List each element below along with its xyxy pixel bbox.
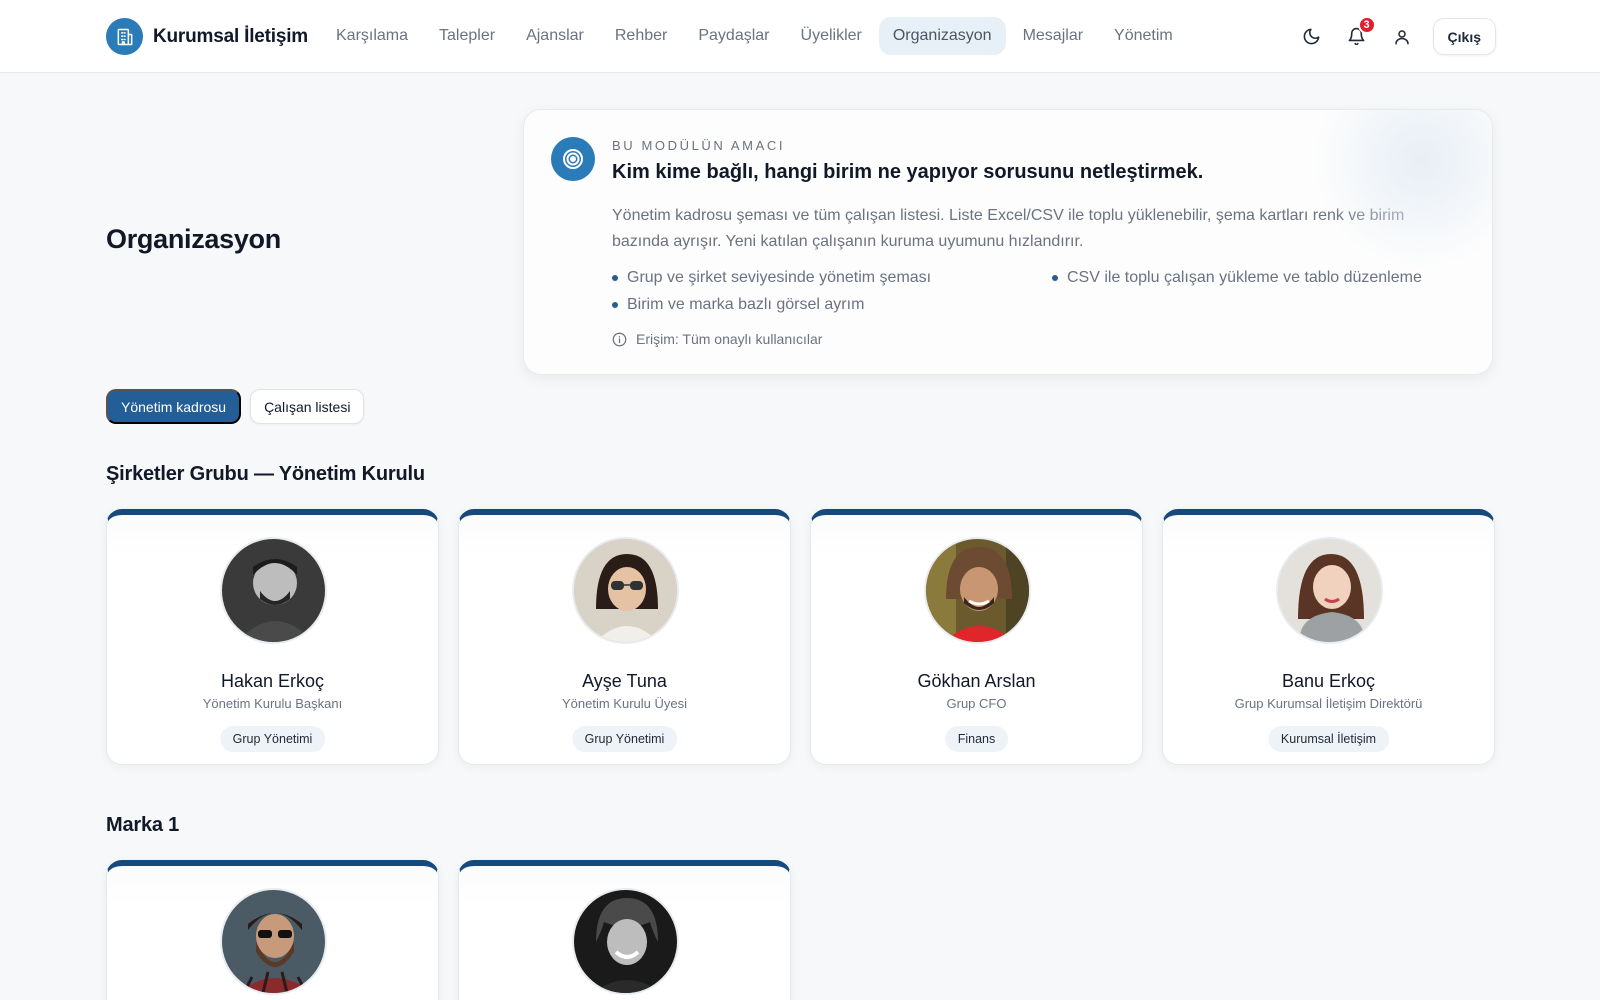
- access-note-text: Erişim: Tüm onaylı kullanıcılar: [636, 331, 823, 347]
- department-chip: Kurumsal İletişim: [1267, 726, 1390, 752]
- person-card[interactable]: Ayşe Tuna Yönetim Kurulu Üyesi Grup Yöne…: [458, 509, 791, 765]
- person-role: Grup CFO: [946, 696, 1007, 711]
- person-role: Grup Kurumsal İletişim Direktörü: [1234, 696, 1423, 711]
- person-card[interactable]: Hakan Erkoç Yönetim Kurulu Başkanı Grup …: [106, 509, 439, 765]
- brand-name: Kurumsal İletişim: [153, 25, 308, 47]
- feature-list: Grup ve şirket seviyesinde yönetim şemas…: [612, 267, 1452, 315]
- nav-item-organizasyon[interactable]: Organizasyon: [878, 17, 1006, 55]
- access-note: Erişim: Tüm onaylı kullanıcılar: [612, 331, 822, 347]
- section-title-brand-1: Marka 1: [106, 814, 180, 836]
- avatar: [220, 537, 327, 644]
- module-purpose-heading: Kim kime bağlı, hangi birim ne yapıyor s…: [612, 161, 1204, 183]
- feature-item-label: CSV ile toplu çalışan yükleme ve tablo d…: [1067, 269, 1422, 286]
- person-card[interactable]: [458, 860, 791, 1000]
- main-nav: Karşılama Talepler Ajanslar Rehber Payda…: [322, 17, 1190, 55]
- view-tabs: Yönetim kadrosu Çalışan listesi: [106, 389, 365, 424]
- nav-item-mesajlar[interactable]: Mesajlar: [1009, 17, 1097, 55]
- department-chip: Finans: [944, 726, 1009, 752]
- module-purpose-description: Yönetim kadrosu şeması ve tüm çalışan li…: [612, 207, 1405, 250]
- module-purpose-card: BU MODÜLÜN AMACI Kim kime bağlı, hangi b…: [523, 109, 1493, 375]
- nav-item-karsilama[interactable]: Karşılama: [322, 17, 422, 55]
- person-role: Yönetim Kurulu Üyesi: [562, 696, 687, 711]
- person-name: Hakan Erkoç: [220, 671, 325, 691]
- building-icon: [106, 18, 143, 55]
- profile-button[interactable]: [1382, 19, 1422, 55]
- person-card[interactable]: Gökhan Arslan Grup CFO Finans: [810, 509, 1143, 765]
- notification-count-badge: 3: [1357, 15, 1376, 34]
- person-card[interactable]: Banu Erkoç Grup Kurumsal İletişim Direkt…: [1162, 509, 1495, 765]
- bullet-dot-icon: [1052, 274, 1058, 281]
- brand[interactable]: Kurumsal İletişim: [106, 18, 308, 55]
- tab-calisan-listesi[interactable]: Çalışan listesi: [250, 389, 365, 424]
- board-card-row: Hakan Erkoç Yönetim Kurulu Başkanı Grup …: [106, 509, 1495, 765]
- department-chip: Grup Yönetimi: [571, 726, 678, 752]
- moon-icon: [1303, 28, 1320, 45]
- bullet-dot-icon: [612, 274, 618, 281]
- header-actions: 3 Çıkış: [1292, 15, 1496, 55]
- feature-item-label: Birim ve marka bazlı görsel ayrım: [627, 296, 865, 313]
- page-title: Organizasyon: [106, 224, 281, 254]
- section-title-board: Şirketler Grubu — Yönetim Kurulu: [106, 463, 425, 485]
- avatar: [1276, 537, 1383, 644]
- nav-item-paydaslar[interactable]: Paydaşlar: [684, 17, 783, 55]
- feature-item: Grup ve şirket seviyesinde yönetim şemas…: [612, 267, 1052, 288]
- tab-yonetim-kadrosu[interactable]: Yönetim kadrosu: [106, 389, 242, 424]
- nav-item-yonetim[interactable]: Yönetim: [1100, 17, 1187, 55]
- top-navigation-bar: Kurumsal İletişim Karşılama Talepler Aja…: [0, 0, 1600, 73]
- brand-1-card-row: [106, 860, 791, 1000]
- avatar: [572, 888, 679, 995]
- person-name: Ayşe Tuna: [582, 671, 667, 691]
- avatar: [220, 888, 327, 995]
- feature-item: CSV ile toplu çalışan yükleme ve tablo d…: [1052, 267, 1452, 288]
- user-icon: [1394, 29, 1409, 44]
- person-card[interactable]: [106, 860, 439, 1000]
- nav-item-rehber[interactable]: Rehber: [601, 17, 681, 55]
- nav-item-uyelikler[interactable]: Üyelikler: [787, 17, 876, 55]
- avatar: [924, 537, 1031, 644]
- module-purpose-eyebrow: BU MODÜLÜN AMACI: [612, 138, 786, 153]
- theme-toggle-button[interactable]: [1292, 19, 1332, 55]
- person-role: Yönetim Kurulu Başkanı: [202, 696, 343, 711]
- target-icon: [551, 137, 595, 181]
- feature-item-label: Grup ve şirket seviyesinde yönetim şemas…: [627, 269, 932, 286]
- department-chip: Grup Yönetimi: [219, 726, 326, 752]
- feature-item: Birim ve marka bazlı görsel ayrım: [612, 294, 1052, 315]
- nav-item-talepler[interactable]: Talepler: [425, 17, 509, 55]
- bullet-dot-icon: [612, 301, 618, 308]
- person-name: Banu Erkoç: [1281, 671, 1376, 691]
- avatar: [572, 537, 679, 644]
- logout-button[interactable]: Çıkış: [1432, 18, 1496, 55]
- nav-item-ajanslar[interactable]: Ajanslar: [512, 17, 598, 55]
- notifications-button[interactable]: 3: [1337, 15, 1377, 55]
- info-icon: [612, 332, 627, 346]
- person-name: Gökhan Arslan: [917, 671, 1036, 691]
